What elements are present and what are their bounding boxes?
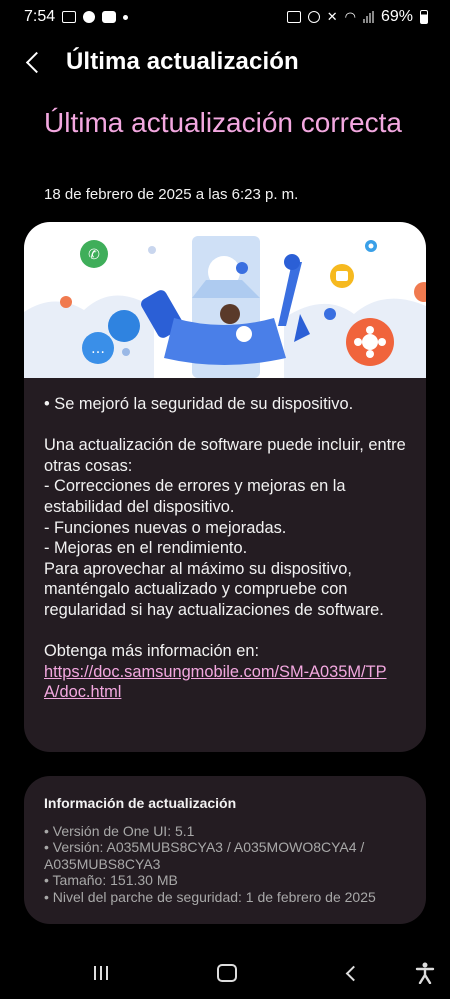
notification-dot-icon [123,14,129,20]
illustration-graphic: ✆ … [24,236,426,378]
info-item-oneui: • Versión de One UI: 5.1 [44,823,195,839]
status-right: ✕ ◠ 69% [286,8,428,26]
info-item-size: • Tamaño: 151.30 MB [44,872,178,889]
signal-icon [362,11,374,23]
release-notes-card: ✆ … • Se mejoró la seguridad de su dispo… [24,222,426,752]
calendar-icon [62,11,77,23]
note-features: - Funciones nuevas o mejoradas. [44,518,287,537]
status-bar: 7:54 ✕ ◠ 69% [0,0,450,34]
telegram-icon [83,11,96,23]
note-bugfixes: - Correcciones de errores y mejoras en l… [44,477,346,516]
note-performance: - Mejoras en el rendimiento. [44,539,248,558]
nav-back-button[interactable] [336,958,370,988]
info-item-version: • Versión: A035MUBS8CYA3 / A035MOWO8CYA4… [44,839,365,872]
battery-percent: 69% [380,8,413,25]
update-illustration: ✆ … [24,222,426,378]
home-button[interactable] [210,958,244,988]
status-left: 7:54 [24,8,129,26]
back-icon [345,965,361,981]
app-bar: Última actualización [0,40,450,84]
page-title: Última actualización [66,48,299,75]
recents-icon [94,966,96,980]
clock: 7:54 [24,8,56,25]
wifi-icon: ◠ [344,9,356,24]
update-date: 18 de febrero de 2025 a las 6:23 p. m. [44,186,299,203]
lock-icon [286,11,301,23]
youtube-icon [102,11,117,23]
accessibility-icon [415,962,435,984]
home-icon [217,964,237,982]
battery-icon [420,10,428,24]
alarm-icon [307,11,320,23]
more-info-link[interactable]: https://doc.samsungmobile.com/SM-A035M/T… [44,662,396,703]
accessibility-button[interactable] [408,958,442,988]
update-info-card: Información de actualización • Versión d… [24,776,426,924]
chevron-left-icon [25,51,47,73]
note-advice: Para aprovechar al máximo su dispositivo… [44,559,384,619]
more-info-label: Obtenga más información en: [44,642,260,661]
svg-text:✆: ✆ [88,247,100,263]
recents-button[interactable] [84,958,118,988]
mute-icon: ✕ [326,9,338,24]
update-status-title: Última actualización correcta [44,107,402,138]
navigation-bar [0,948,450,998]
update-info-list: • Versión de One UI: 5.1 • Versión: A035… [44,823,414,905]
note-intro: Una actualización de software puede incl… [44,436,406,475]
release-notes-text: • Se mejoró la seguridad de su dispositi… [44,394,408,703]
update-info-title: Información de actualización [44,795,237,811]
info-item-patch: • Nivel del parche de seguridad: 1 de fe… [44,888,376,905]
back-button[interactable] [22,47,47,77]
svg-text:…: … [91,341,105,357]
note-security: • Se mejoró la seguridad de su dispositi… [44,395,354,413]
